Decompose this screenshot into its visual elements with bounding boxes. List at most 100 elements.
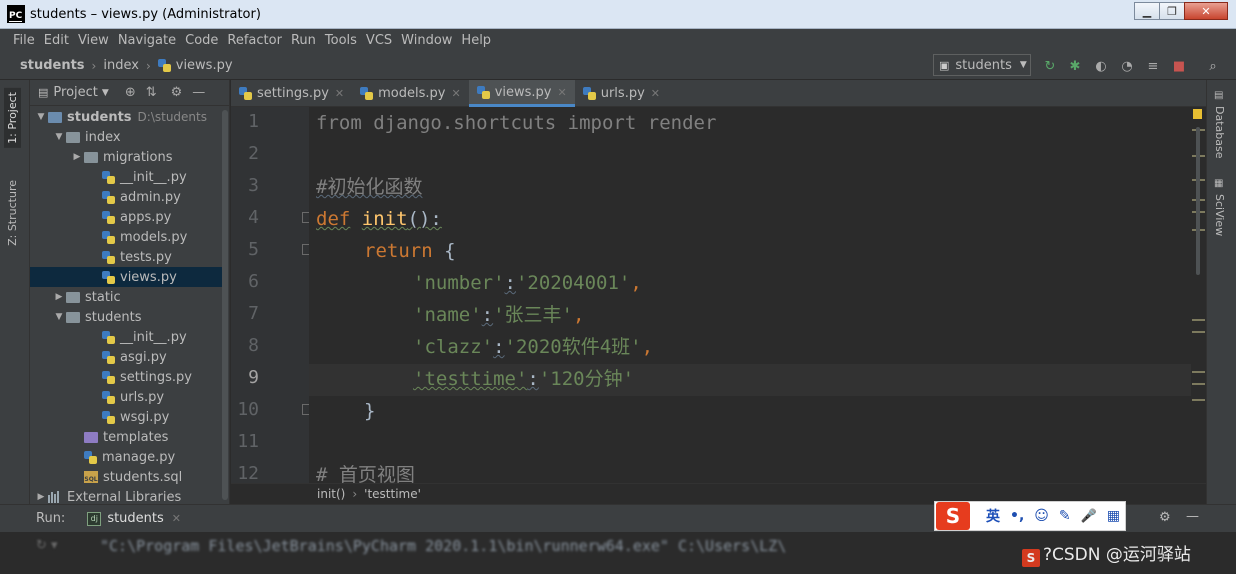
tree-item[interactable]: views.py <box>30 267 223 287</box>
menu-refactor[interactable]: Refactor <box>227 33 282 48</box>
error-stripe[interactable] <box>1191 107 1206 483</box>
debug-bug-icon[interactable]: ✱ <box>1066 57 1084 75</box>
line-number[interactable]: 10 <box>231 399 259 420</box>
line-number[interactable]: 5 <box>231 239 259 260</box>
expand-arrow-icon[interactable]: ▼ <box>52 132 66 142</box>
menu-tools[interactable]: Tools <box>325 33 357 48</box>
line-number[interactable]: 6 <box>231 271 259 292</box>
rerun-icon[interactable]: ↻ <box>1041 57 1059 75</box>
tree-item[interactable]: tests.py <box>30 247 223 267</box>
concurrency-icon[interactable]: ≡ <box>1144 57 1162 75</box>
project-scrollbar[interactable] <box>222 110 228 500</box>
ime-toolbox-icon[interactable]: ▦ <box>1107 508 1120 524</box>
tab-models-py[interactable]: models.py ✕ <box>352 80 469 107</box>
tree-item[interactable]: ▼ students D:\students <box>30 107 223 127</box>
line-number[interactable]: 7 <box>231 303 259 324</box>
line-number[interactable]: 8 <box>231 335 259 356</box>
line-number[interactable]: 9 <box>231 367 259 388</box>
collapse-arrow-icon[interactable]: ▶ <box>52 292 66 302</box>
profile-icon[interactable]: ◔ <box>1118 57 1136 75</box>
tree-item[interactable]: urls.py <box>30 387 223 407</box>
console-rerun-icon[interactable]: ↻ ▾ <box>36 538 58 553</box>
ime-language-toggle[interactable]: 英 <box>986 506 1000 526</box>
close-tab-icon[interactable]: ✕ <box>451 87 460 100</box>
fold-marker-icon[interactable] <box>302 212 309 223</box>
fold-marker-icon[interactable] <box>302 244 309 255</box>
breadcrumb-function[interactable]: init() <box>317 487 345 501</box>
sciview-tool-tab[interactable]: SciView <box>1213 194 1226 236</box>
ime-emoji-icon[interactable]: ☺ <box>1034 508 1049 524</box>
sogou-logo-icon[interactable]: S <box>936 502 970 530</box>
tab-settings-py[interactable]: settings.py ✕ <box>231 80 352 107</box>
line-number[interactable]: 11 <box>231 431 259 452</box>
stripe-mark[interactable] <box>1192 383 1205 385</box>
hide-panel-icon[interactable]: — <box>1186 509 1199 524</box>
expand-arrow-icon[interactable]: ▼ <box>34 112 48 122</box>
tree-item[interactable]: ▶ static <box>30 287 223 307</box>
collapse-arrow-icon[interactable]: ▶ <box>70 152 84 162</box>
code-editor[interactable]: from django.shortcuts import render #初始化… <box>309 107 1191 483</box>
minimize-button[interactable]: ▁ <box>1134 2 1160 20</box>
stripe-mark[interactable] <box>1192 331 1205 333</box>
editor-scrollbar[interactable] <box>1196 127 1200 275</box>
coverage-shield-icon[interactable]: ◐ <box>1092 57 1110 75</box>
menu-code[interactable]: Code <box>185 33 218 48</box>
chevron-down-icon[interactable]: ▼ <box>102 88 109 98</box>
stop-icon[interactable]: ■ <box>1170 57 1188 75</box>
ime-voice-icon[interactable]: 🎤 <box>1081 509 1097 524</box>
menu-navigate[interactable]: Navigate <box>118 33 176 48</box>
menu-window[interactable]: Window <box>401 33 452 48</box>
gear-icon[interactable]: ⚙ <box>1159 510 1171 525</box>
line-number[interactable]: 1 <box>231 111 259 132</box>
line-number[interactable]: 4 <box>231 207 259 228</box>
tree-item[interactable]: asgi.py <box>30 347 223 367</box>
tree-item[interactable]: ▼ index <box>30 127 223 147</box>
close-tab-icon[interactable]: ✕ <box>558 86 567 99</box>
tree-item[interactable]: ▶ migrations <box>30 147 223 167</box>
breadcrumb-file[interactable]: views.py <box>176 58 233 73</box>
tab-views-py[interactable]: views.py ✕ <box>468 80 575 107</box>
tree-item[interactable]: models.py <box>30 227 223 247</box>
gear-icon[interactable]: ⚙ <box>171 85 183 100</box>
tree-item[interactable]: admin.py <box>30 187 223 207</box>
tree-item[interactable]: wsgi.py <box>30 407 223 427</box>
stripe-mark[interactable] <box>1192 399 1205 401</box>
tree-item[interactable]: __init__.py <box>30 167 223 187</box>
search-icon[interactable]: ⌕ <box>1204 57 1222 75</box>
database-tool-tab[interactable]: Database <box>1213 106 1226 159</box>
close-tab-icon[interactable]: ✕ <box>335 87 344 100</box>
tree-item[interactable]: settings.py <box>30 367 223 387</box>
line-number[interactable]: 12 <box>231 463 259 483</box>
run-tab-students[interactable]: dj students ✕ <box>87 511 181 526</box>
stripe-mark[interactable] <box>1192 371 1205 373</box>
line-number[interactable]: 3 <box>231 175 259 196</box>
menu-run[interactable]: Run <box>291 33 316 48</box>
tree-item[interactable]: templates <box>30 427 223 447</box>
tree-item[interactable]: ▼ students <box>30 307 223 327</box>
maximize-button[interactable]: ❐ <box>1159 2 1185 20</box>
menu-help[interactable]: Help <box>461 33 491 48</box>
tree-item[interactable]: manage.py <box>30 447 223 467</box>
tree-item[interactable]: apps.py <box>30 207 223 227</box>
warning-indicator-icon[interactable] <box>1193 109 1202 119</box>
tree-item[interactable]: __init__.py <box>30 327 223 347</box>
run-configuration-select[interactable]: ▣ students ▼ <box>933 54 1031 76</box>
project-view-select[interactable]: Project <box>53 85 97 100</box>
close-tab-icon[interactable]: ✕ <box>172 512 181 525</box>
ime-handwriting-icon[interactable]: ✎ <box>1059 508 1071 524</box>
menu-view[interactable]: View <box>78 33 109 48</box>
breadcrumb-folder[interactable]: index <box>103 58 139 73</box>
breadcrumb-key[interactable]: 'testtime' <box>364 487 421 501</box>
project-tool-tab[interactable]: 1: Project <box>4 88 21 148</box>
fold-marker-icon[interactable] <box>302 404 309 415</box>
stripe-mark[interactable] <box>1192 319 1205 321</box>
close-button[interactable]: ✕ <box>1184 2 1228 20</box>
hide-panel-icon[interactable]: — <box>192 85 205 100</box>
structure-tool-tab[interactable]: Z: Structure <box>4 176 21 250</box>
expand-arrow-icon[interactable]: ▼ <box>52 312 66 322</box>
line-number[interactable]: 2 <box>231 143 259 164</box>
collapse-arrow-icon[interactable]: ▶ <box>34 492 48 502</box>
ime-punctuation-icon[interactable]: •, <box>1010 508 1024 524</box>
menu-file[interactable]: File <box>13 33 35 48</box>
menu-edit[interactable]: Edit <box>44 33 69 48</box>
